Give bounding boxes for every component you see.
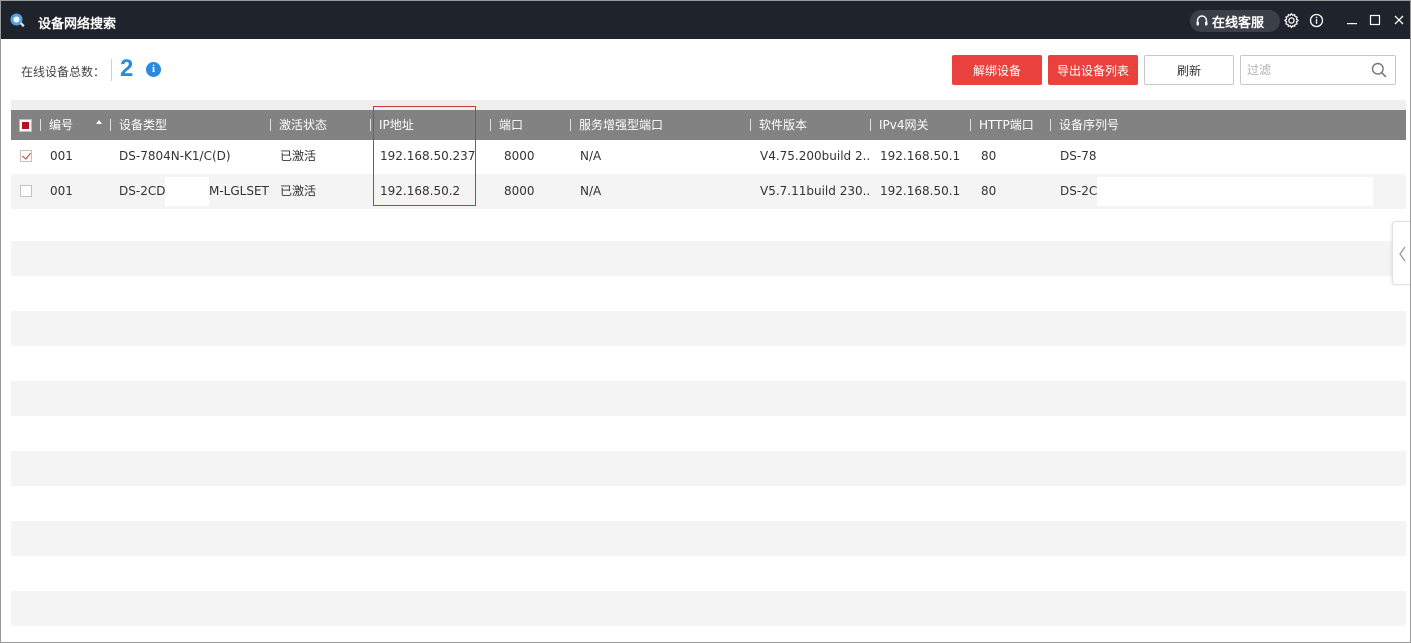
select-all-checkbox[interactable] [19, 119, 32, 132]
maximize-button[interactable] [1366, 11, 1384, 29]
settings-button[interactable] [1282, 11, 1300, 29]
about-button[interactable] [1307, 11, 1325, 29]
redacted-area [1097, 177, 1373, 206]
column-divider [490, 119, 491, 131]
maximize-icon [1369, 14, 1381, 26]
gear-icon [1283, 12, 1299, 28]
cell-device-type: DS-7804N-K1/C(D) [119, 149, 231, 163]
row-checkbox[interactable] [20, 185, 32, 197]
minimize-button[interactable] [1343, 11, 1361, 29]
unbind-device-button[interactable]: 解绑设备 [952, 55, 1042, 85]
count-info-icon[interactable]: i [146, 62, 161, 77]
empty-row [11, 521, 1406, 556]
column-header-serial-number[interactable]: 设备序列号 [1059, 110, 1119, 140]
headset-icon [1196, 15, 1208, 26]
filter-input[interactable] [1241, 56, 1365, 84]
cell-port: 8000 [504, 184, 535, 198]
cell-activation-status: 已激活 [280, 184, 317, 198]
column-divider [750, 119, 751, 131]
row-checkbox[interactable] [20, 150, 32, 162]
cell-id: 001 [50, 149, 73, 163]
online-device-count: 2 [120, 55, 134, 82]
empty-row [11, 451, 1406, 486]
cell-enhanced-port: N/A [580, 149, 602, 163]
export-device-list-button[interactable]: 导出设备列表 [1048, 55, 1138, 85]
online-support-button[interactable]: 在线客服 [1190, 10, 1280, 32]
cell-id: 001 [50, 184, 73, 198]
device-search-window: 设备网络搜索 在线客服 在线设备总数： 2 i 解绑设备 导出设备列表 刷新 过… [0, 0, 1411, 643]
cell-ipv4-gateway: 192.168.50.1 [880, 149, 961, 163]
cell-serial-number: DS-78 [1060, 149, 1097, 163]
cell-software-version: V4.75.200build 2... [760, 149, 870, 163]
column-header-ipv4-gateway[interactable]: IPv4网关 [879, 110, 929, 140]
title-bar: 设备网络搜索 在线客服 [1, 1, 1410, 39]
cell-http-port: 80 [981, 149, 997, 163]
column-divider [970, 119, 971, 131]
chevron-left-icon [1399, 246, 1406, 262]
column-divider [370, 119, 371, 131]
cell-enhanced-port: N/A [580, 184, 602, 198]
column-divider [110, 119, 111, 131]
cell-device-type: DS-2CD [119, 184, 166, 198]
empty-row [11, 311, 1406, 346]
empty-row [11, 591, 1406, 626]
column-header-enhanced-port[interactable]: 服务增强型端口 [579, 110, 663, 140]
online-support-label: 在线客服 [1212, 15, 1265, 31]
ip-column-highlight-box [373, 106, 476, 206]
column-divider [270, 119, 271, 131]
column-divider [870, 119, 871, 131]
online-device-total-label: 在线设备总数： [21, 65, 106, 79]
column-header-id[interactable]: 编号 [49, 110, 73, 140]
info-icon [1309, 13, 1323, 27]
cell-device-type-suffix: M-LGLSET [209, 184, 269, 198]
summary-divider [111, 59, 112, 81]
cell-software-version: V5.7.11build 230... [760, 184, 870, 198]
column-header-software-version[interactable]: 软件版本 [759, 110, 807, 140]
cell-serial-number: DS-2C [1060, 184, 1098, 198]
search-icon[interactable] [1371, 62, 1387, 78]
cell-ipv4-gateway: 192.168.50.1 [880, 184, 961, 198]
cell-http-port: 80 [981, 184, 997, 198]
column-divider [1050, 119, 1051, 131]
table-header: 编号 设备类型 激活状态 IP地址 端口 服务增强型端口 软件版本 IPv4网关… [11, 110, 1406, 140]
table-row[interactable]: 001 DS-2CD M-LGLSET 已激活 192.168.50.2 800… [11, 174, 1406, 209]
table-row[interactable]: 001 DS-7804N-K1/C(D) 已激活 192.168.50.237 … [11, 139, 1406, 174]
side-panel-toggle[interactable] [1392, 221, 1410, 285]
filter-box [1240, 55, 1396, 85]
column-header-port[interactable]: 端口 [499, 110, 523, 140]
empty-row [11, 241, 1406, 276]
close-icon [1394, 15, 1404, 25]
column-header-device-type[interactable]: 设备类型 [119, 110, 167, 140]
window-title: 设备网络搜索 [38, 17, 117, 32]
column-divider [40, 119, 41, 131]
empty-row [11, 381, 1406, 416]
sort-ascending-icon[interactable] [96, 120, 102, 124]
table-top-strip [11, 100, 1406, 110]
cell-activation-status: 已激活 [280, 149, 317, 163]
close-button[interactable] [1390, 11, 1408, 29]
redacted-area [165, 177, 209, 206]
column-header-http-port[interactable]: HTTP端口 [979, 110, 1034, 140]
minimize-icon [1347, 23, 1357, 25]
cell-port: 8000 [504, 149, 535, 163]
column-header-activation-status[interactable]: 激活状态 [279, 110, 327, 140]
app-logo-icon [10, 13, 25, 27]
column-divider [570, 119, 571, 131]
refresh-button[interactable]: 刷新 [1144, 55, 1234, 85]
